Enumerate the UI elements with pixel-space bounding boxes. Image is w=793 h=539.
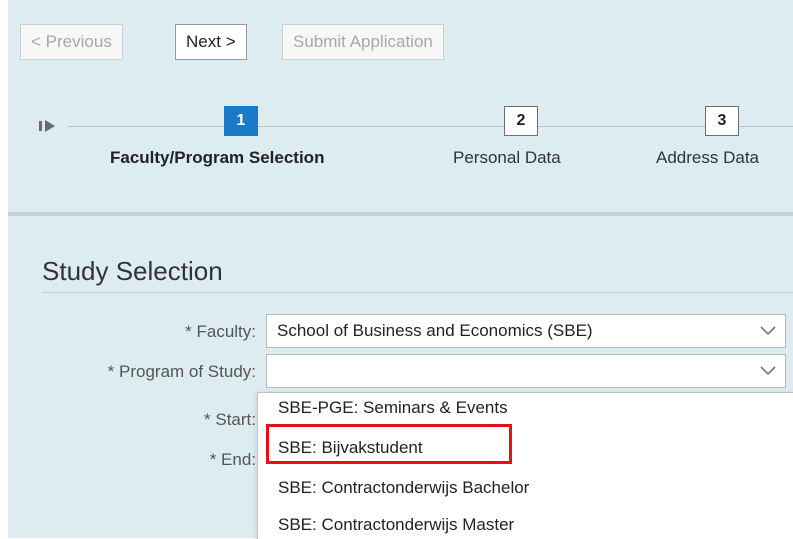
submit-application-button[interactable]: Submit Application <box>282 24 444 60</box>
start-label: * Start: <box>204 410 256 429</box>
step-1-number[interactable]: 1 <box>224 106 258 136</box>
dropdown-option[interactable]: SBE: Contractonderwijs Master <box>278 515 514 535</box>
highlight-box <box>266 424 512 464</box>
chevron-down-icon[interactable] <box>759 323 777 337</box>
dropdown-option[interactable]: SBE-PGE: Seminars & Events <box>278 398 508 418</box>
end-label: * End: <box>209 450 256 469</box>
step-2-label[interactable]: Personal Data <box>453 148 561 168</box>
chevron-left-icon: < <box>31 32 41 51</box>
chevron-right-icon: > <box>225 32 236 51</box>
roadmap: 1 Faculty/Program Selection 2 Personal D… <box>8 86 793 216</box>
step-3-label[interactable]: Address Data <box>656 148 759 168</box>
submit-button-label: Submit Application <box>293 32 433 51</box>
section-divider <box>42 292 793 293</box>
step-1-label[interactable]: Faculty/Program Selection <box>110 148 324 168</box>
faculty-label: * Faculty: <box>185 322 256 341</box>
step-2-number[interactable]: 2 <box>504 106 538 136</box>
roadmap-line <box>68 126 793 127</box>
section-title: Study Selection <box>42 256 223 286</box>
step-3-number[interactable]: 3 <box>705 106 739 136</box>
previous-button-label: Previous <box>45 32 112 51</box>
program-of-study-select[interactable] <box>266 354 786 388</box>
program-of-study-dropdown: SBE-PGE: Seminars & Events SBE: Bijvakst… <box>257 392 793 539</box>
next-button-label: Next <box>186 32 221 51</box>
roadmap-separator <box>8 212 793 216</box>
faculty-select-value: School of Business and Economics (SBE) <box>277 321 593 340</box>
chevron-down-icon[interactable] <box>759 363 777 377</box>
program-of-study-label: * Program of Study: <box>107 362 256 381</box>
next-button[interactable]: Next > <box>175 24 247 60</box>
dropdown-option[interactable]: SBE: Contractonderwijs Bachelor <box>278 478 529 498</box>
previous-button[interactable]: < Previous <box>20 24 123 60</box>
roadmap-start-icon <box>39 120 55 132</box>
faculty-select[interactable]: School of Business and Economics (SBE) <box>266 314 786 348</box>
